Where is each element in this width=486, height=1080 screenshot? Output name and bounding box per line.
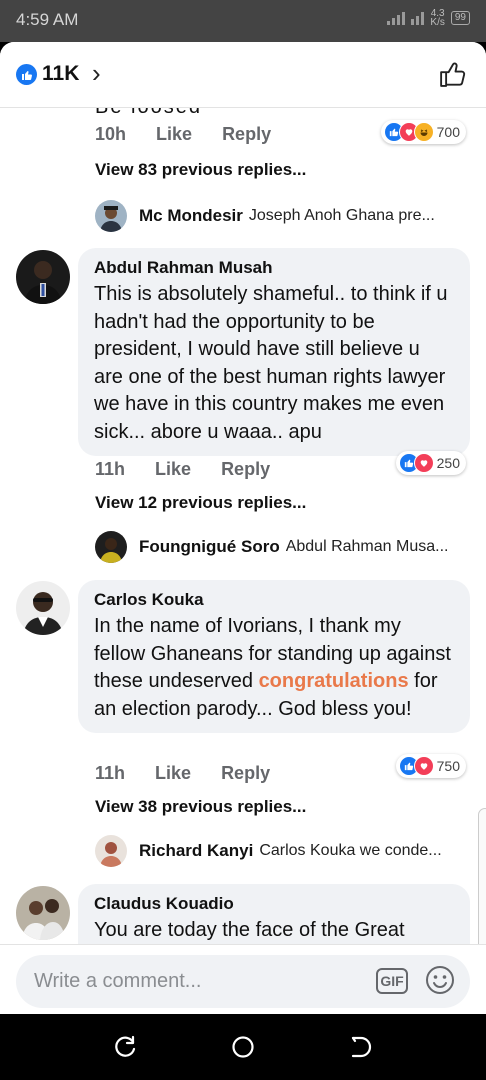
reply-author[interactable]: Richard Kanyi (139, 841, 253, 861)
reply-button[interactable]: Reply (222, 124, 271, 145)
comment-bubble[interactable]: Abdul Rahman Musah This is absolutely sh… (78, 248, 470, 456)
reply-preview[interactable]: Richard Kanyi Carlos Kouka we conde... (95, 835, 465, 867)
system-nav-bar (0, 1014, 486, 1080)
reactions-header: 11K › (0, 42, 486, 108)
view-previous-replies[interactable]: View 38 previous replies... (95, 797, 306, 817)
reply-snippet: Abdul Rahman Musa... (285, 538, 449, 555)
reply-preview[interactable]: Foungnigué Soro Abdul Rahman Musa... (95, 531, 465, 563)
comment-time: 11h (95, 459, 126, 479)
signal-icon-2 (411, 11, 425, 25)
status-icons: 4.3 K/s 99 (387, 8, 470, 28)
partial-comment-text: Be loosed (95, 108, 202, 119)
comment-actions: 10h Like Reply (95, 124, 301, 145)
comment-author[interactable]: Abdul Rahman Musah (94, 258, 454, 278)
reply-button[interactable]: Reply (221, 459, 270, 480)
reply-snippet: Carlos Kouka we conde... (259, 842, 442, 859)
status-bar: 4:59 AM 4.3 K/s 99 (0, 0, 486, 42)
comment-text: This is absolutely shameful.. to think i… (94, 283, 448, 443)
home-icon[interactable] (230, 1034, 256, 1060)
comment-time: 11h (95, 763, 126, 783)
like-button[interactable]: Like (155, 763, 191, 784)
network-speed: 4.3 K/s (430, 8, 445, 28)
like-button[interactable]: Like (156, 124, 192, 145)
like-reaction-icon[interactable] (16, 64, 37, 85)
reaction-total: 750 (436, 758, 460, 774)
reply-author[interactable]: Foungnigué Soro (139, 537, 280, 557)
chevron-right-icon[interactable]: › (92, 60, 101, 86)
reply-button[interactable]: Reply (221, 763, 270, 784)
reaction-summary[interactable]: 250 (395, 451, 466, 475)
avatar[interactable] (16, 581, 70, 635)
comments-list: Be loosed 10h Like Reply 700 View 83 pre… (0, 108, 486, 944)
comment-time: 10h (95, 124, 127, 144)
comment-bubble[interactable]: Carlos Kouka In the name of Ivorians, I … (78, 580, 470, 733)
status-time: 4:59 AM (16, 10, 79, 29)
view-previous-replies[interactable]: View 12 previous replies... (95, 493, 306, 513)
reply-snippet: Joseph Anoh Ghana pre... (248, 207, 435, 224)
comment-bubble[interactable]: Claudus Kouadio You are today the face o… (78, 884, 470, 944)
comments-sheet: 11K › Be loosed 10h Like Reply 700 View … (0, 42, 486, 1014)
avatar (95, 835, 127, 867)
scrollbar-thumb[interactable] (478, 808, 486, 944)
reaction-total: 250 (436, 455, 460, 471)
emoji-icon[interactable] (424, 964, 456, 996)
avatar[interactable] (16, 250, 70, 304)
comment-input[interactable]: Write a comment... GIF (16, 955, 470, 1008)
recent-apps-icon[interactable] (113, 1034, 139, 1060)
avatar (95, 200, 127, 232)
hashtag-link[interactable]: congratulations (259, 670, 409, 692)
reaction-count[interactable]: 11K (42, 62, 79, 86)
reaction-total: 700 (436, 124, 460, 140)
signal-icon (387, 11, 406, 25)
back-icon[interactable] (347, 1034, 373, 1060)
comment-actions: 11h Like Reply (95, 763, 300, 784)
avatar (95, 531, 127, 563)
comment-composer: Write a comment... GIF (0, 944, 486, 1014)
love-reaction-icon (413, 756, 434, 776)
comment-actions: 11h Like Reply (95, 459, 300, 480)
haha-reaction-icon (413, 122, 434, 142)
comment-input-placeholder: Write a comment... (34, 970, 202, 992)
like-button[interactable]: Like (155, 459, 191, 480)
reply-author[interactable]: Mc Mondesir (139, 206, 243, 226)
comment-text: You are today the face of the Great (94, 919, 405, 941)
comment-author[interactable]: Claudus Kouadio (94, 894, 454, 914)
love-reaction-icon (413, 453, 434, 473)
thumbs-up-outline-icon (440, 62, 466, 87)
avatar[interactable] (16, 886, 70, 940)
comment-text: In the name of Ivorians, I thank my fell… (94, 615, 451, 720)
view-previous-replies[interactable]: View 83 previous replies... (95, 160, 306, 180)
gif-button[interactable]: GIF (376, 968, 408, 994)
like-post-button[interactable] (438, 59, 468, 94)
reaction-summary[interactable]: 750 (395, 754, 466, 778)
comment-author[interactable]: Carlos Kouka (94, 590, 454, 610)
reaction-summary[interactable]: 700 (380, 120, 466, 144)
reply-preview[interactable]: Mc Mondesir Joseph Anoh Ghana pre... (95, 200, 465, 232)
battery-icon: 99 (450, 11, 470, 25)
